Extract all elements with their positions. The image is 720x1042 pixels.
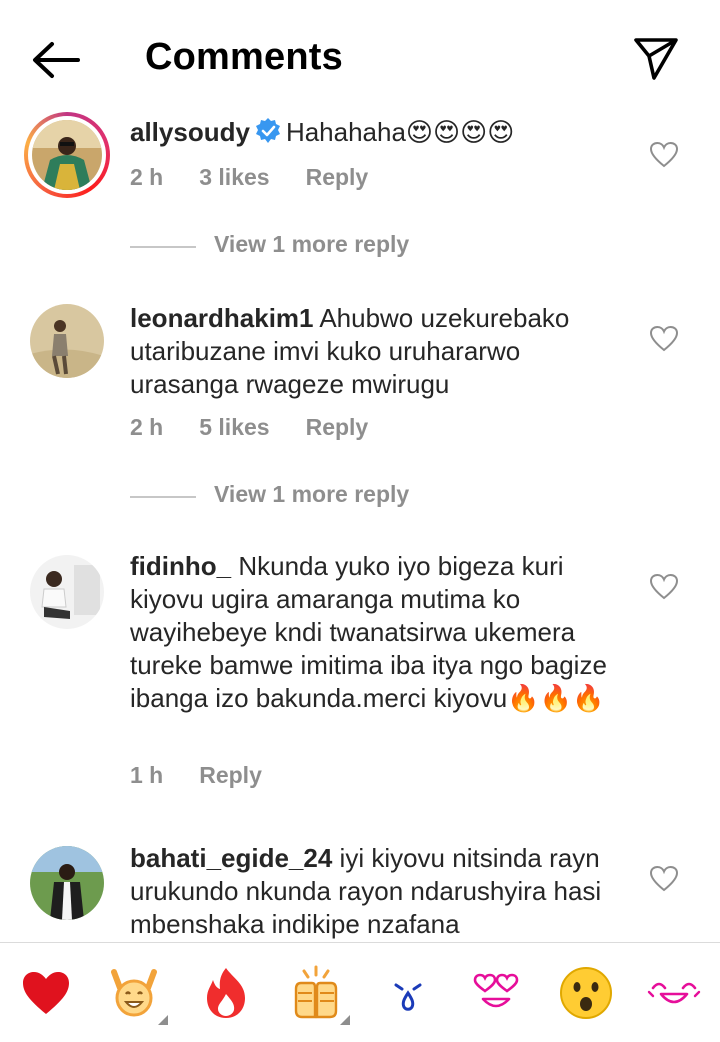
skin-tone-indicator (340, 1015, 350, 1025)
laughing-face-emoji-button[interactable] (646, 965, 702, 1021)
heart-outline-icon[interactable] (650, 142, 678, 168)
comment-text-block: fidinho_ Nkunda yuko iyo bigeza kuri kiy… (130, 550, 620, 715)
comment-item: bahati_egide_24 iyi kiyovu nitsinda rayn… (0, 842, 720, 942)
raising-hands-icon (111, 969, 157, 1017)
comment-text-block: leonardhakim1 Ahubwo uzekurebako utaribu… (130, 302, 610, 401)
heart-outline-icon[interactable] (650, 866, 678, 892)
crying-face-emoji-button[interactable] (380, 965, 436, 1021)
heart-eyes-emoji-button[interactable] (468, 965, 524, 1021)
comment-body: Hahahaha😍😍😍😍 (285, 117, 515, 147)
divider-line (130, 246, 196, 248)
arrow-left-icon[interactable] (30, 38, 82, 82)
verified-badge-icon (255, 118, 280, 143)
comment-meta: 1 h Reply (130, 762, 298, 789)
comment-likes[interactable]: 3 likes (199, 164, 269, 190)
comment-item: allysoudy Hahahaha😍😍😍😍 2 h 3 likes Reply V… (0, 110, 720, 290)
comment-item: fidinho_ Nkunda yuko iyo bigeza kuri kiy… (0, 550, 720, 800)
heart-eyes-icon (473, 973, 519, 1008)
crying-face-icon (394, 983, 422, 1011)
heart-outline-icon[interactable] (650, 326, 678, 352)
avatar[interactable] (24, 112, 110, 198)
emoji-quick-bar (0, 942, 720, 1042)
divider-line (130, 496, 196, 498)
heart-outline-icon[interactable] (650, 574, 678, 600)
avatar[interactable] (30, 555, 104, 629)
comment-time: 2 h (130, 164, 164, 190)
view-more-replies-label[interactable]: View 1 more reply (214, 481, 409, 508)
comment-time: 2 h (130, 414, 164, 440)
clapping-hands-icon (294, 965, 338, 1019)
avatar[interactable] (30, 304, 104, 378)
page-title: Comments (145, 36, 343, 78)
red-heart-emoji-button[interactable] (18, 965, 74, 1021)
astonished-face-icon (560, 967, 612, 1019)
reply-button[interactable]: Reply (199, 762, 262, 788)
view-more-replies[interactable]: View 1 more reply (130, 231, 530, 261)
comment-time: 1 h (130, 762, 164, 788)
header-bar: Comments (0, 0, 720, 110)
view-more-replies-label[interactable]: View 1 more reply (214, 231, 409, 258)
avatar[interactable] (30, 846, 104, 920)
fire-icon (207, 968, 245, 1018)
clapping-hands-emoji-button[interactable] (288, 965, 344, 1021)
comment-username[interactable]: leonardhakim1 (130, 303, 314, 333)
comment-username[interactable]: allysoudy (130, 117, 250, 147)
laughing-face-icon (647, 982, 701, 1004)
comment-meta: 2 h 5 likes Reply (130, 414, 404, 441)
comment-meta: 2 h 3 likes Reply (130, 164, 404, 191)
reply-button[interactable]: Reply (306, 164, 369, 190)
comment-username[interactable]: bahati_egide_24 (130, 843, 332, 873)
reply-button[interactable]: Reply (306, 414, 369, 440)
comment-list[interactable]: allysoudy Hahahaha😍😍😍😍 2 h 3 likes Reply V… (0, 110, 720, 942)
skin-tone-indicator (158, 1015, 168, 1025)
red-heart-icon (23, 972, 69, 1014)
comment-text-block: allysoudy Hahahaha😍😍😍😍 (130, 116, 610, 149)
raising-hands-emoji-button[interactable] (106, 965, 162, 1021)
view-more-replies[interactable]: View 1 more reply (130, 481, 530, 511)
comment-username[interactable]: fidinho_ (130, 551, 231, 581)
comment-item: leonardhakim1 Ahubwo uzekurebako utaribu… (0, 302, 720, 522)
comment-likes[interactable]: 5 likes (199, 414, 269, 440)
fire-emoji-button[interactable] (198, 965, 254, 1021)
comment-text-block: bahati_egide_24 iyi kiyovu nitsinda rayn… (130, 842, 610, 941)
astonished-face-emoji-button[interactable] (558, 965, 614, 1021)
paper-plane-icon[interactable] (632, 36, 680, 82)
